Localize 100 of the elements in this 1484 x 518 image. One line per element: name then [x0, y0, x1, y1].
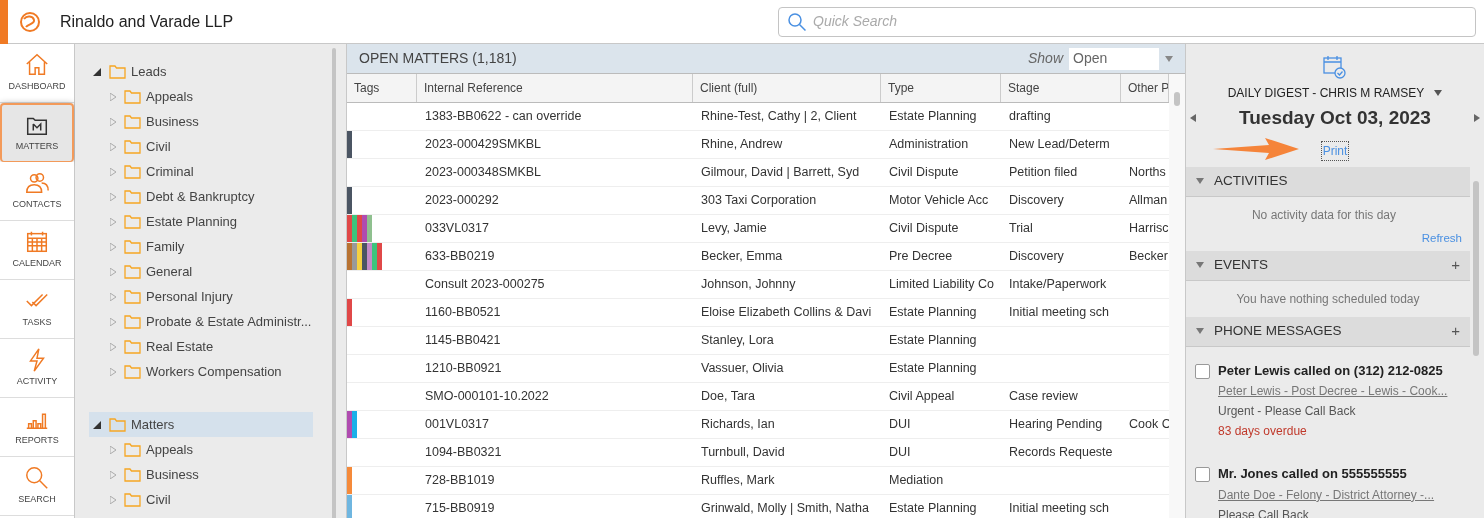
- tree-item[interactable]: Appeals: [89, 84, 313, 109]
- tree-item[interactable]: Real Estate: [89, 334, 313, 359]
- collapsed-triangle-icon[interactable]: [110, 342, 116, 351]
- table-cell-text: Pre Decree: [889, 248, 953, 266]
- tree-item[interactable]: Business: [89, 109, 313, 134]
- column-header[interactable]: Client (full): [693, 74, 881, 102]
- folder-icon: [124, 442, 141, 457]
- collapsed-triangle-icon[interactable]: [110, 142, 116, 151]
- matter-link[interactable]: Dante Doe - Felony - District Attorney -...: [1218, 485, 1435, 504]
- collapsed-triangle-icon[interactable]: [110, 217, 116, 226]
- table-cell-text: 2023-000292: [425, 192, 499, 210]
- tree-item[interactable]: Civil: [89, 487, 313, 512]
- table-cell-text: Levy, Jamie: [701, 220, 767, 238]
- table-cell-text: Estate Planning: [889, 108, 977, 126]
- collapsed-triangle-icon[interactable]: [110, 470, 116, 479]
- table-cell-text: Grinwald, Molly | Smith, Natha: [701, 500, 869, 518]
- collapsed-triangle-icon[interactable]: [110, 242, 116, 251]
- collapsed-triangle-icon[interactable]: [110, 92, 116, 101]
- table-cell-text: Turnbull, David: [701, 444, 785, 462]
- table-cell-text: drafting: [1009, 108, 1051, 126]
- quick-search-input[interactable]: Quick Search: [813, 11, 1467, 32]
- dropdown-caret-icon[interactable]: [1434, 90, 1443, 96]
- tree-item[interactable]: General: [89, 259, 313, 284]
- collapsed-triangle-icon[interactable]: [110, 167, 116, 176]
- collapsed-triangle-icon[interactable]: [110, 267, 116, 276]
- table-cell-text: Initial meeting sch: [1009, 304, 1110, 322]
- table-cell-text: Estate Planning: [889, 332, 977, 350]
- column-header[interactable]: Stage: [1001, 74, 1121, 102]
- folder-icon: [124, 289, 141, 304]
- search-icon: [787, 11, 807, 32]
- message-note: Please Call Back: [1218, 506, 1310, 518]
- show-dropdown[interactable]: Open: [1069, 47, 1159, 70]
- table-cell-text: Gilmour, David | Barrett, Syd: [701, 164, 860, 182]
- accent-bar: [0, 0, 8, 44]
- table-cell-text: Consult 2023-000275: [425, 276, 545, 294]
- tree-item[interactable]: Workers Compensation: [89, 359, 313, 384]
- table-cell-text: Estate Planning: [889, 360, 977, 378]
- tree-item[interactable]: Business: [89, 462, 313, 487]
- tree-item[interactable]: Appeals: [89, 437, 313, 462]
- folder-icon: [124, 214, 141, 229]
- collapsed-triangle-icon[interactable]: [110, 445, 116, 454]
- table-cell-text: 1094-BB0321: [425, 444, 502, 462]
- table-cell-text: Allman: [1129, 192, 1168, 210]
- folder-icon: [124, 164, 141, 179]
- quick-search-field[interactable]: Quick Search: [778, 6, 1476, 37]
- nav-item[interactable]: MATTERS: [0, 103, 74, 162]
- table-cell-text: Doe, Tara: [701, 388, 755, 406]
- table-cell-text: Becker, Emma: [701, 248, 783, 266]
- table-cell-text: Motor Vehicle Acc: [889, 192, 989, 210]
- add-button[interactable]: +: [1451, 320, 1460, 343]
- dropdown-caret-icon[interactable]: [1165, 55, 1173, 62]
- next-day-icon[interactable]: [1474, 114, 1480, 123]
- table-cell-text: Stanley, Lora: [701, 332, 774, 350]
- logo-icon: [18, 9, 42, 34]
- table-cell-text: Administration: [889, 136, 969, 154]
- tree-item[interactable]: Personal Injury: [89, 284, 313, 309]
- collapsed-triangle-icon[interactable]: [110, 495, 116, 504]
- collapsed-triangle-icon[interactable]: [110, 192, 116, 201]
- show-label: Show: [1027, 49, 1063, 68]
- section-header[interactable]: PHONE MESSAGES +: [1186, 316, 1470, 347]
- expanded-triangle-icon[interactable]: [93, 67, 101, 76]
- collapsed-triangle-icon[interactable]: [110, 292, 116, 301]
- tree-item[interactable]: Matters: [89, 412, 313, 437]
- tree-item[interactable]: Family: [89, 234, 313, 259]
- tree-item[interactable]: Probate & Estate Administr...: [89, 309, 313, 334]
- collapsed-triangle-icon[interactable]: [110, 117, 116, 126]
- table-cell-text: 728-BB1019: [425, 472, 495, 490]
- overdue-text: 83 days overdue: [1218, 423, 1308, 441]
- add-button[interactable]: +: [1451, 254, 1460, 277]
- table-cell-text: Initial meeting sch: [1009, 500, 1110, 518]
- column-header[interactable]: Internal Reference: [417, 74, 693, 102]
- expanded-triangle-icon[interactable]: [93, 420, 101, 429]
- previous-day-icon[interactable]: [1190, 114, 1196, 123]
- folder-icon: [124, 264, 141, 279]
- column-header[interactable]: Tags: [347, 74, 417, 102]
- checkbox[interactable]: [1195, 467, 1210, 483]
- tree-item[interactable]: Leads: [89, 59, 313, 84]
- tree-item[interactable]: Criminal: [89, 159, 313, 184]
- section-header[interactable]: ACTIVITIES: [1186, 166, 1470, 197]
- collapsed-triangle-icon[interactable]: [110, 317, 116, 326]
- matter-link[interactable]: Peter Lewis - Post Decree - Lewis - Cook...: [1218, 382, 1448, 401]
- checkbox[interactable]: [1195, 363, 1210, 379]
- collapsed-triangle-icon[interactable]: [110, 367, 116, 376]
- table-cell-text: DUI: [889, 444, 911, 462]
- table-cell-text: Johnson, Johnny: [701, 276, 796, 294]
- tree-item[interactable]: Debt & Bankruptcy: [89, 184, 313, 209]
- tree-item[interactable]: Civil: [89, 134, 313, 159]
- table-cell-text: Harrisc: [1129, 220, 1169, 238]
- table-cell-text: Rhine-Test, Cathy | 2, Client: [701, 108, 857, 126]
- table-cell-text: Civil Dispute: [889, 220, 959, 238]
- message-title: Mr. Jones called on 555555555: [1218, 465, 1408, 484]
- tree-item[interactable]: Estate Planning: [89, 209, 313, 234]
- column-header[interactable]: Type: [881, 74, 1001, 102]
- expanded-triangle-icon: [1196, 178, 1204, 184]
- table-cell-text: Eloise Elizabeth Collins & Davi: [701, 304, 872, 322]
- section-header[interactable]: EVENTS +: [1186, 250, 1470, 281]
- table-cell-text: 715-BB0919: [425, 500, 495, 518]
- calendar-check-icon: [1322, 54, 1348, 80]
- folder-icon: [124, 467, 141, 482]
- table-cell-text: Rhine, Andrew: [701, 136, 783, 154]
